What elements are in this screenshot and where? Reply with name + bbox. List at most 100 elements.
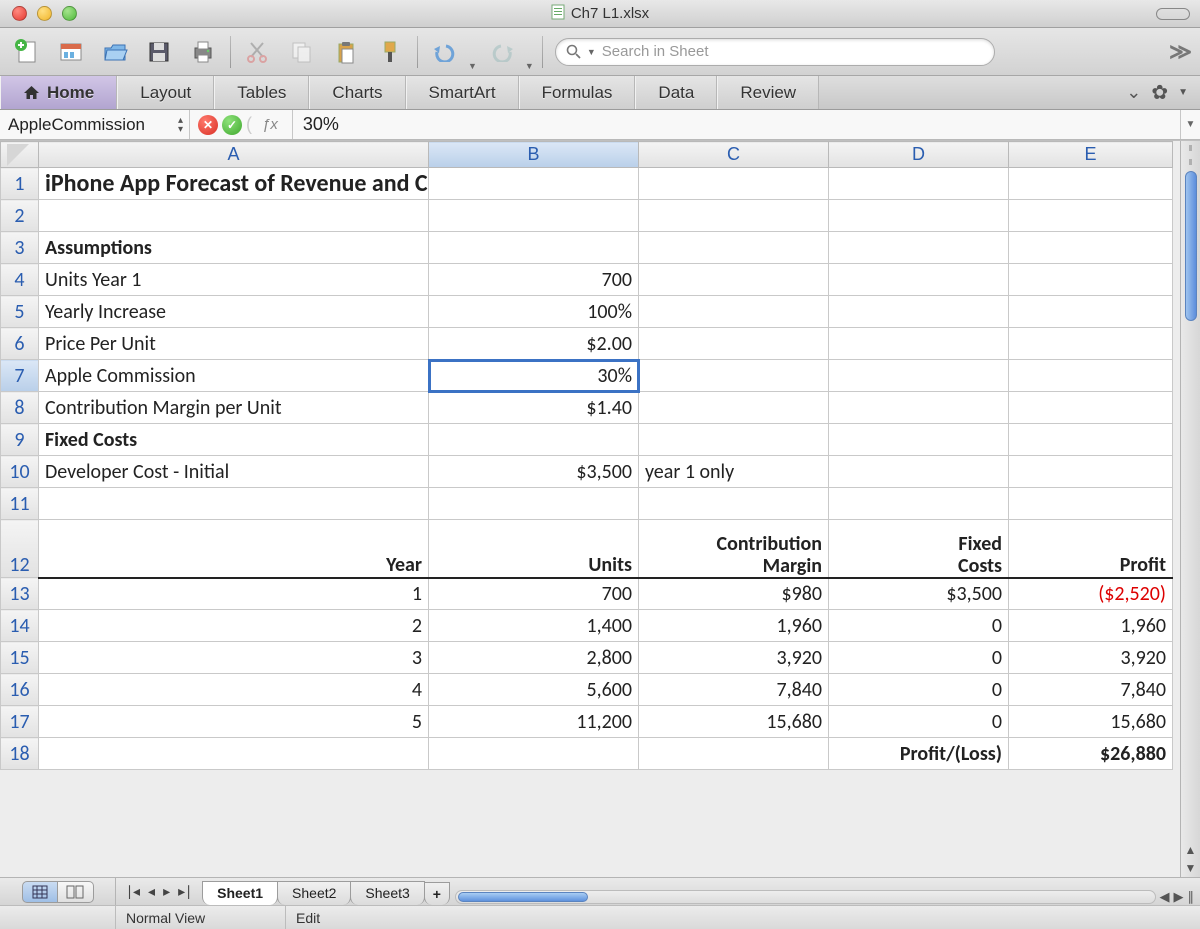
save-button[interactable] — [140, 34, 178, 70]
scroll-left-arrow[interactable]: ◀ — [1160, 889, 1170, 905]
row-header[interactable]: 7 — [1, 360, 39, 392]
col-header-C[interactable]: C — [639, 142, 829, 168]
cell[interactable]: $2.00 — [429, 328, 639, 360]
normal-view-button[interactable] — [22, 881, 58, 903]
cell[interactable]: 1,960 — [639, 610, 829, 642]
scroll-down-arrow[interactable]: ▼ — [1185, 859, 1197, 877]
cell[interactable]: 700 — [429, 264, 639, 296]
ribbon-collapse-button[interactable]: ⌄ — [1126, 82, 1141, 103]
cell[interactable]: Apple Commission — [39, 360, 429, 392]
tab-smartart[interactable]: SmartArt — [406, 76, 519, 109]
cell[interactable]: Assumptions — [39, 232, 429, 264]
tab-tables[interactable]: Tables — [214, 76, 309, 109]
cell[interactable]: Fixed Costs — [39, 424, 429, 456]
sheet-tab[interactable]: Sheet1 — [202, 881, 278, 905]
row-header[interactable]: 14 — [1, 610, 39, 642]
template-button[interactable] — [52, 34, 90, 70]
col-header-B[interactable]: B — [429, 142, 639, 168]
confirm-edit-button[interactable]: ✓ — [222, 115, 242, 135]
cell[interactable]: 100% — [429, 296, 639, 328]
cell[interactable]: Profit/(Loss) — [829, 738, 1009, 770]
search-box[interactable]: ▼ — [555, 38, 995, 66]
tab-data[interactable]: Data — [635, 76, 717, 109]
scroll-up-arrow[interactable]: ▲ — [1185, 841, 1197, 859]
tab-layout[interactable]: Layout — [117, 76, 214, 109]
paste-button[interactable] — [327, 34, 365, 70]
cell[interactable]: Yearly Increase — [39, 296, 429, 328]
search-dropdown-icon[interactable]: ▼ — [587, 47, 596, 57]
window-pill-button[interactable] — [1156, 8, 1190, 20]
col-header-E[interactable]: E — [1009, 142, 1173, 168]
row-header[interactable]: 4 — [1, 264, 39, 296]
row-header[interactable]: 9 — [1, 424, 39, 456]
format-painter-button[interactable] — [371, 34, 409, 70]
row-header[interactable]: 3 — [1, 232, 39, 264]
cell[interactable]: Price Per Unit — [39, 328, 429, 360]
cell[interactable]: 15,680 — [1009, 706, 1173, 738]
cell[interactable]: 1,400 — [429, 610, 639, 642]
row-header[interactable]: 1 — [1, 168, 39, 200]
selected-cell[interactable]: 30% — [429, 360, 639, 392]
cell[interactable]: iPhone App Forecast of Revenue and Costs — [39, 168, 429, 200]
cell[interactable]: 5,600 — [429, 674, 639, 706]
sheet-tab[interactable]: Sheet3 — [350, 881, 424, 905]
column-headers[interactable]: A B C D E — [1, 142, 1173, 168]
tab-review[interactable]: Review — [717, 76, 819, 109]
spreadsheet-grid[interactable]: A B C D E 1 iPhone App Forecast of Reven… — [0, 141, 1180, 877]
tab-formulas[interactable]: Formulas — [519, 76, 636, 109]
tab-charts[interactable]: Charts — [309, 76, 405, 109]
settings-gear-icon[interactable]: ✿ — [1151, 80, 1168, 105]
cell[interactable]: 5 — [39, 706, 429, 738]
horizontal-scrollbar-thumb[interactable] — [458, 892, 588, 902]
cancel-edit-button[interactable]: ✕ — [198, 115, 218, 135]
row-header[interactable]: 8 — [1, 392, 39, 424]
col-header-A[interactable]: A — [39, 142, 429, 168]
name-box[interactable]: AppleCommission ▴▾ — [0, 110, 190, 139]
insert-function-button[interactable]: ƒx — [256, 116, 284, 133]
cell[interactable]: 3,920 — [639, 642, 829, 674]
cell[interactable]: 1 — [39, 578, 429, 610]
cell[interactable]: year 1 only — [639, 456, 829, 488]
formula-bar-expand[interactable]: ▼ — [1180, 110, 1200, 139]
cell[interactable]: 0 — [829, 674, 1009, 706]
row-header[interactable]: 10 — [1, 456, 39, 488]
cell[interactable]: 3,920 — [1009, 642, 1173, 674]
redo-button[interactable] — [483, 34, 521, 70]
undo-button[interactable] — [426, 34, 464, 70]
name-box-stepper[interactable]: ▴▾ — [178, 116, 183, 134]
zoom-window-button[interactable] — [62, 6, 77, 21]
cell[interactable]: 15,680 — [639, 706, 829, 738]
cell[interactable]: ContributionMargin — [639, 520, 829, 578]
row-header[interactable]: 18 — [1, 738, 39, 770]
cell[interactable]: 1,960 — [1009, 610, 1173, 642]
formula-input[interactable]: 30% — [293, 110, 1180, 139]
cell[interactable]: 0 — [829, 706, 1009, 738]
row-header[interactable]: 5 — [1, 296, 39, 328]
cell[interactable]: FixedCosts — [829, 520, 1009, 578]
add-sheet-button[interactable]: + — [424, 882, 450, 905]
minimize-window-button[interactable] — [37, 6, 52, 21]
cell[interactable]: 3 — [39, 642, 429, 674]
cell[interactable]: 7,840 — [1009, 674, 1173, 706]
row-header[interactable]: 16 — [1, 674, 39, 706]
copy-button[interactable] — [283, 34, 321, 70]
cell[interactable]: Units Year 1 — [39, 264, 429, 296]
cell[interactable]: $26,880 — [1009, 738, 1173, 770]
row-header[interactable]: 13 — [1, 578, 39, 610]
search-input[interactable] — [602, 43, 984, 60]
redo-dropdown[interactable]: ▼ — [525, 61, 534, 75]
scroll-right-arrow[interactable]: ▶ — [1174, 889, 1184, 905]
cell[interactable]: $980 — [639, 578, 829, 610]
row-header[interactable]: 17 — [1, 706, 39, 738]
cell[interactable]: $3,500 — [829, 578, 1009, 610]
cell[interactable]: 0 — [829, 642, 1009, 674]
sheet-nav-arrows[interactable]: ∣◂◂▸▸∣ — [116, 878, 202, 905]
cell[interactable]: 2 — [39, 610, 429, 642]
select-all-corner[interactable] — [1, 142, 39, 168]
cell[interactable]: ($2,520) — [1009, 578, 1173, 610]
cell[interactable]: 2,800 — [429, 642, 639, 674]
cell[interactable]: 7,840 — [639, 674, 829, 706]
cell[interactable]: $1.40 — [429, 392, 639, 424]
cut-button[interactable] — [239, 34, 277, 70]
cell[interactable]: Contribution Margin per Unit — [39, 392, 429, 424]
